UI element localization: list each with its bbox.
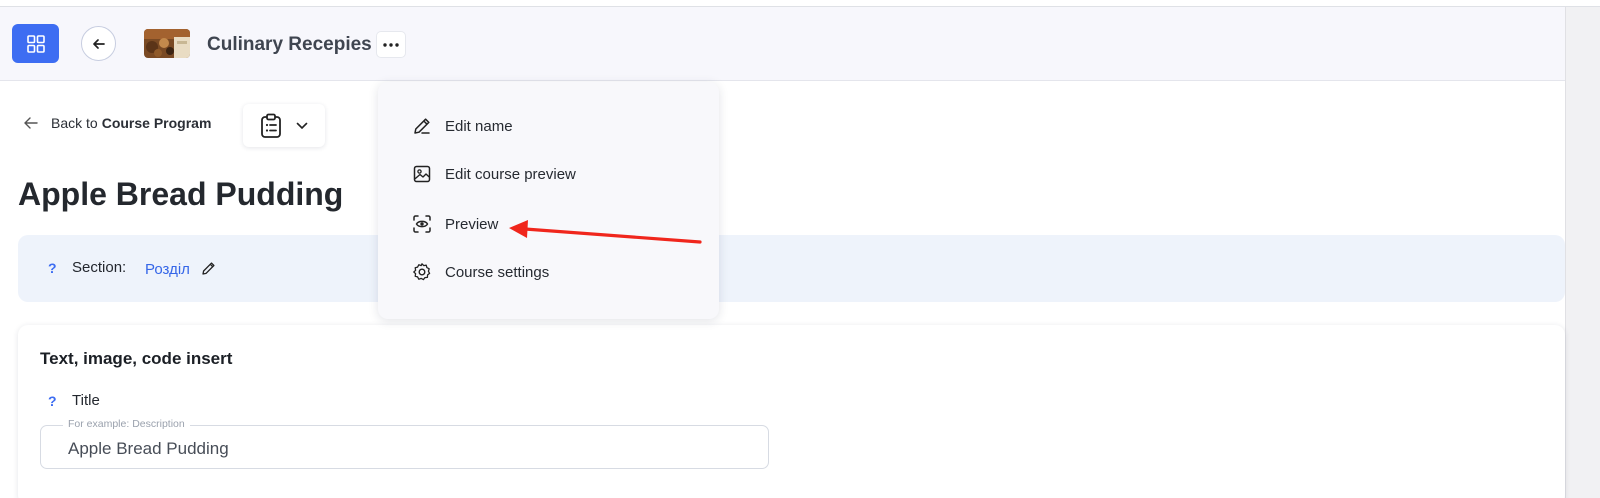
pencil-icon[interactable] <box>201 261 216 276</box>
section-value-link[interactable]: Розділ <box>145 261 190 278</box>
arrow-left-icon <box>24 117 38 129</box>
back-link-target: Course Program <box>101 115 212 131</box>
back-button[interactable] <box>81 26 116 61</box>
menu-item-label: Preview <box>445 215 499 233</box>
title-input-placeholder: For example: Description <box>63 418 190 430</box>
content-block-card: Text, image, code insert ? Title For exa… <box>18 325 1565 498</box>
menu-item-label: Course settings <box>445 263 550 281</box>
pencil-icon <box>414 118 430 134</box>
lesson-type-dropdown[interactable] <box>243 104 325 147</box>
gear-icon <box>413 263 431 281</box>
window-top-edge <box>0 0 1600 7</box>
card-title: Text, image, code insert <box>40 349 233 368</box>
ellipsis-icon <box>383 42 399 47</box>
scrollbar[interactable] <box>1565 7 1600 498</box>
menu-item-edit-course-preview[interactable]: Edit course preview <box>412 162 576 186</box>
course-options-menu: Edit name Edit course preview Preview Co… <box>378 82 719 319</box>
eye-icon <box>413 215 431 233</box>
page-title: Apple Bread Pudding <box>18 176 344 212</box>
menu-item-edit-name[interactable]: Edit name <box>412 114 513 138</box>
back-link-prefix: Back to <box>51 115 98 131</box>
section-help-icon[interactable]: ? <box>48 260 57 276</box>
menu-item-preview[interactable]: Preview <box>412 212 498 236</box>
grid-icon <box>26 34 45 53</box>
apps-button[interactable] <box>12 24 59 63</box>
menu-item-label: Edit name <box>445 117 513 135</box>
image-icon <box>413 165 431 183</box>
menu-item-course-settings[interactable]: Course settings <box>412 260 549 284</box>
section-label: Section: <box>72 259 127 276</box>
menu-item-label: Edit course preview <box>445 165 576 183</box>
title-field-label: Title <box>72 392 100 409</box>
more-options-button[interactable] <box>377 32 405 57</box>
top-bar: Culinary Recepies <box>0 7 1600 81</box>
course-thumbnail <box>144 29 190 58</box>
back-to-course-program-link[interactable]: Back to Course Program <box>23 115 211 131</box>
title-help-icon[interactable]: ? <box>48 393 57 409</box>
chevron-down-icon <box>296 122 308 129</box>
section-bar: ? Section: Розділ <box>18 235 1565 302</box>
title-input-value: Apple Bread Pudding <box>68 439 229 458</box>
clipboard-list-icon <box>261 113 281 138</box>
title-input[interactable]: For example: Description Apple Bread Pud… <box>40 418 769 469</box>
arrow-left-icon <box>92 38 105 49</box>
course-title: Culinary Recepies <box>207 34 372 55</box>
